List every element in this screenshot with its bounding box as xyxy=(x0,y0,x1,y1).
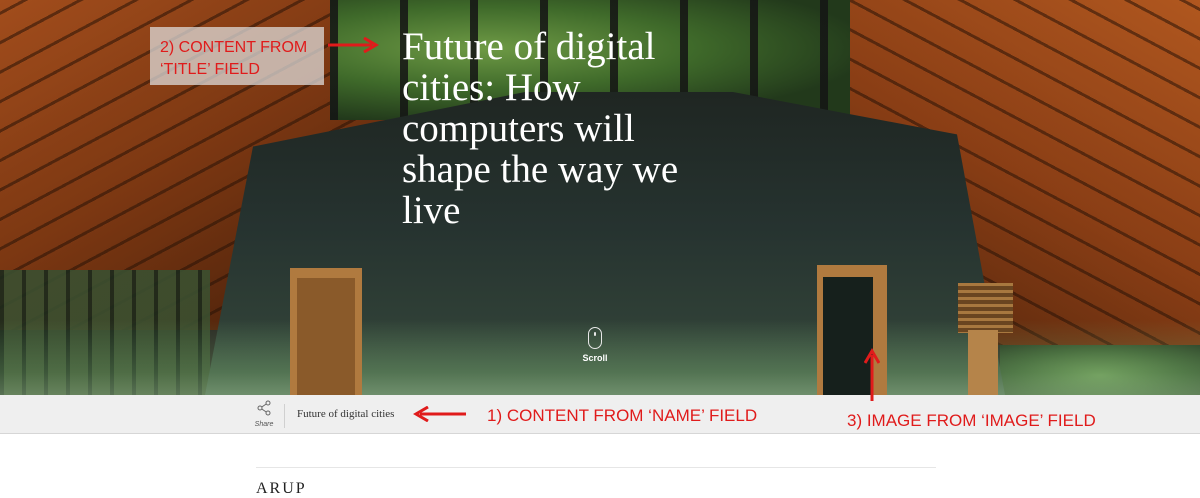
content-divider xyxy=(256,467,936,468)
annotation-title-line1: 2) CONTENT FROM xyxy=(160,39,308,56)
content-heading: ARUP xyxy=(256,480,307,497)
annotation-arrow-right-icon xyxy=(328,37,379,53)
vent xyxy=(958,283,1013,333)
share-label: Share xyxy=(254,421,274,428)
mouse-icon xyxy=(588,327,602,349)
vent-panel xyxy=(968,330,998,395)
page-name: Future of digital cities xyxy=(297,408,395,420)
share-button[interactable]: Share xyxy=(250,400,278,428)
annotation-arrow-left-icon xyxy=(413,406,466,422)
scroll-label: Scroll xyxy=(582,353,608,363)
annotation-name: 1) CONTENT FROM ‘NAME’ FIELD xyxy=(487,406,758,425)
scroll-indicator[interactable]: Scroll xyxy=(578,327,612,363)
bar-divider xyxy=(284,404,285,428)
door-left xyxy=(290,268,362,395)
annotation-title-line2: ‘TITLE’ FIELD xyxy=(160,61,260,78)
annotation-arrow-up-icon xyxy=(864,348,880,401)
hero-title: Future of digital cities: How computers … xyxy=(402,25,679,232)
annotation-image: 3) IMAGE FROM ‘IMAGE’ FIELD xyxy=(847,411,1096,430)
share-icon xyxy=(257,400,271,416)
